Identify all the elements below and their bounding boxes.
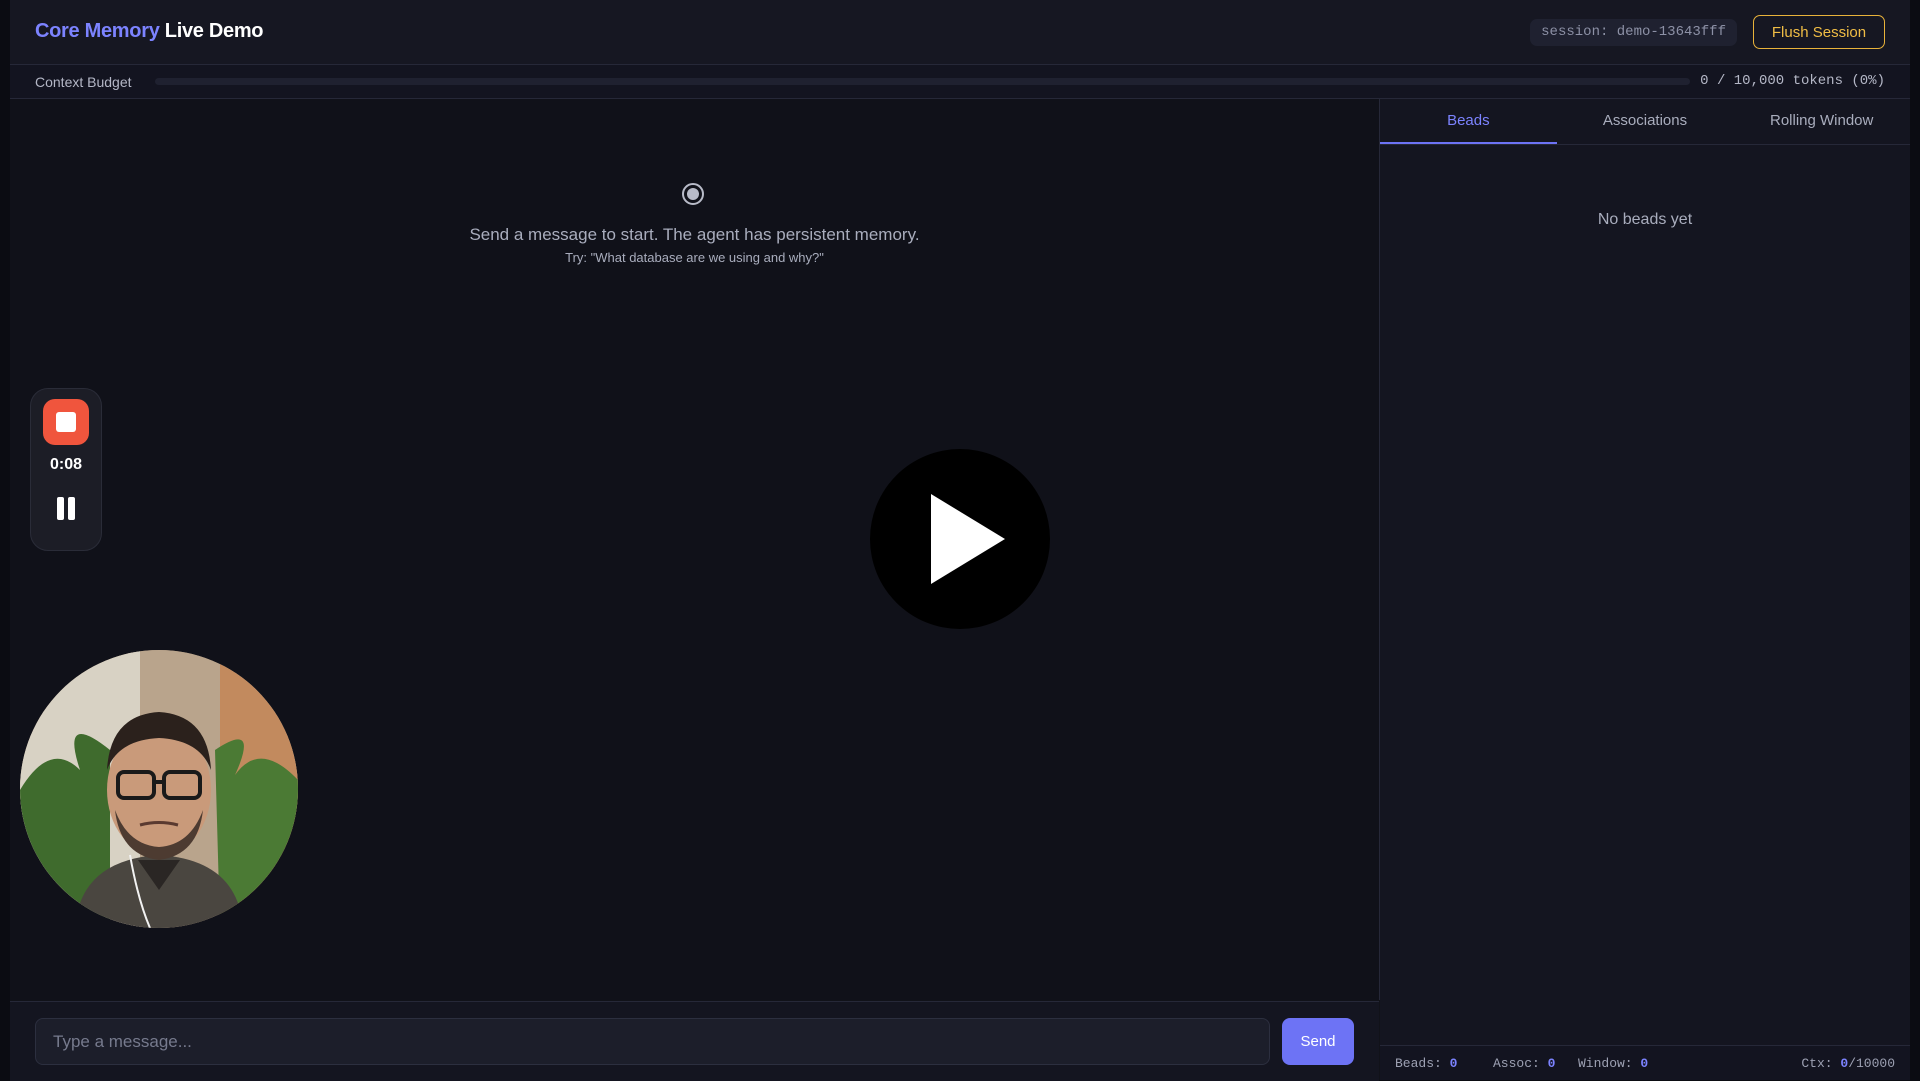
stat-beads-label: Beads: [1395,1056,1442,1071]
stat-ctx-label: Ctx: [1801,1056,1833,1071]
tab-associations[interactable]: Associations [1557,99,1734,144]
memory-panel: Beads Associations Rolling Window No bea… [1380,99,1910,1080]
stat-ctx: Ctx: 0/10000 [1801,1056,1895,1071]
tab-rolling-window[interactable]: Rolling Window [1733,99,1910,144]
stat-window-value: 0 [1640,1056,1649,1071]
context-budget-track [155,78,1690,85]
radio-target-icon [682,183,704,205]
recording-timer: 0:08 [49,456,83,473]
memory-tabs: Beads Associations Rolling Window [1380,99,1910,145]
recording-controls: 0:08 [30,388,102,551]
message-input[interactable] [35,1018,1270,1065]
page-title: Core Memory Live Demo [35,20,264,43]
beads-empty-state: No beads yet [1597,211,1693,228]
send-button[interactable]: Send [1282,1018,1354,1065]
webcam-video-frame [20,650,298,928]
stat-beads: Beads: 0 [1395,1056,1457,1071]
context-budget-label: Context Budget [35,74,132,90]
flush-session-button[interactable]: Flush Session [1753,15,1885,49]
message-composer: Send [10,1001,1379,1081]
header: Core Memory Live Demo session: demo-1364… [10,0,1910,65]
tab-beads[interactable]: Beads [1380,99,1557,144]
context-budget-value: 0 / 10,000 tokens (0%) [1700,73,1885,89]
stats-footer: Beads: 0 Assoc: 0 Window: 0 Ctx: 0/10000 [1380,1045,1910,1080]
pause-icon[interactable] [55,497,77,521]
empty-state-message: Send a message to start. The agent has p… [469,225,920,244]
webcam-bubble [20,650,298,928]
play-icon [931,494,1005,584]
title-accent: Core Memory [35,20,160,42]
stop-icon[interactable] [43,399,89,445]
title-rest: Live Demo [164,20,264,42]
stat-beads-value: 0 [1449,1056,1458,1071]
chat-pane: Send a message to start. The agent has p… [10,99,1380,1000]
stat-ctx-total: /10000 [1848,1056,1895,1071]
session-id-badge: session: demo-13643fff [1530,19,1737,46]
app-window: Core Memory Live Demo session: demo-1364… [10,0,1910,1081]
stat-window-label: Window: [1578,1056,1633,1071]
empty-state-hint: Try: "What database are we using and why… [565,250,824,265]
stat-assoc-value: 0 [1547,1056,1556,1071]
stat-assoc: Assoc: 0 [1493,1056,1555,1071]
play-button[interactable] [870,449,1050,629]
stat-window: Window: 0 [1578,1056,1648,1071]
stat-assoc-label: Assoc: [1493,1056,1540,1071]
context-budget-bar: Context Budget 0 / 10,000 tokens (0%) [10,65,1910,99]
